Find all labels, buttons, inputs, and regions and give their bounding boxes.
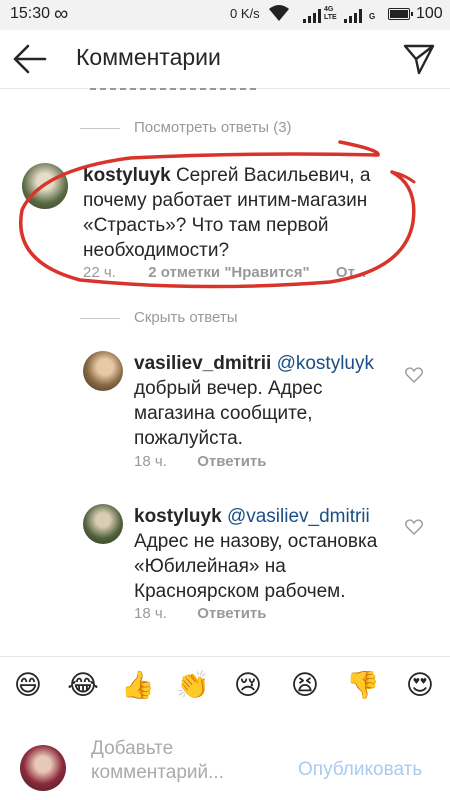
comment-time: 18 ч. — [134, 453, 167, 470]
reply-link[interactable]: Ответить — [197, 453, 266, 470]
thread-line — [80, 128, 120, 129]
battery-icon — [388, 8, 413, 20]
comment-text: Адрес не назову, остановка «Юбилейная» н… — [134, 531, 378, 602]
comment-body: kostyluyk Сергей Васильевич, а почему ра… — [83, 163, 423, 263]
heart-outline-icon[interactable] — [405, 367, 423, 383]
avatar[interactable] — [83, 351, 123, 391]
comment-meta: 18 ч. Ответить — [134, 453, 267, 470]
signal-icon — [303, 9, 321, 23]
avatar[interactable] — [22, 163, 68, 209]
page-title: Комментарии — [76, 44, 221, 70]
emoji-button[interactable]: 👍 — [120, 669, 156, 703]
likes-count[interactable]: 2 отметки "Нравится" — [148, 264, 309, 281]
comment-mention[interactable]: @kostyluyk — [277, 353, 374, 374]
reply-link[interactable]: От... — [336, 264, 366, 281]
battery-percent: 100 — [416, 5, 443, 22]
comment-meta: 22 ч. 2 отметки "Нравится" От... — [83, 264, 366, 281]
comment-text: добрый вечер. Адрес магазина сообщите, п… — [134, 378, 323, 449]
heart-outline-icon[interactable] — [405, 519, 423, 535]
lte-label: 4G LTE — [324, 6, 337, 21]
avatar — [20, 745, 66, 791]
status-bar: 15:30 ∞ 0 K/s 4G LTE G 100 — [0, 0, 450, 30]
emoji-bar: 😄 😂 👍 👏 😢 😫 👎 😍 — [0, 656, 450, 720]
comment-body: vasiliev_dmitrii @kostyluyk добрый вечер… — [134, 351, 399, 451]
emoji-button[interactable]: 😢 — [230, 669, 266, 703]
post-button[interactable]: Опубликовать — [298, 759, 422, 781]
comment-username[interactable]: kostyluyk — [83, 165, 171, 186]
comment-input[interactable]: Добавьте комментарий... — [91, 737, 281, 785]
wifi-icon — [269, 5, 289, 21]
comment-body: kostyluyk @vasiliev_dmitrii Адрес не наз… — [134, 504, 399, 604]
comment-username[interactable]: kostyluyk — [134, 506, 222, 527]
comment-input-bar: Добавьте комментарий... Опубликовать — [0, 719, 450, 800]
hide-replies-link[interactable]: Скрыть ответы — [134, 309, 238, 326]
emoji-button[interactable]: 😍 — [402, 669, 438, 703]
scrolled-text-remnant — [90, 84, 260, 90]
thread-line — [80, 318, 120, 319]
emoji-button[interactable]: 😫 — [287, 669, 323, 703]
emoji-button[interactable]: 😂 — [65, 669, 101, 703]
arrow-left-icon[interactable] — [12, 43, 48, 75]
infinity-icon: ∞ — [54, 3, 69, 25]
comment-time: 22 ч. — [83, 264, 116, 281]
status-time: 15:30 — [10, 5, 51, 22]
view-replies-link[interactable]: Посмотреть ответы (3) — [134, 119, 292, 136]
avatar[interactable] — [83, 504, 123, 544]
comment-meta: 18 ч. Ответить — [134, 605, 267, 622]
emoji-button[interactable]: 😄 — [10, 669, 46, 703]
network-speed: 0 K/s — [230, 6, 260, 21]
signal-icon-2 — [344, 9, 362, 23]
comment-username[interactable]: vasiliev_dmitrii — [134, 353, 271, 374]
battery-level — [390, 10, 408, 18]
paper-plane-icon[interactable] — [402, 42, 436, 76]
emoji-button[interactable]: 👏 — [175, 669, 211, 703]
comment-mention[interactable]: @vasiliev_dmitrii — [227, 506, 370, 527]
reply-link[interactable]: Ответить — [197, 605, 266, 622]
header: Комментарии — [0, 30, 450, 89]
comment-time: 18 ч. — [134, 605, 167, 622]
emoji-button[interactable]: 👎 — [345, 669, 381, 703]
g-label: G — [369, 12, 376, 21]
